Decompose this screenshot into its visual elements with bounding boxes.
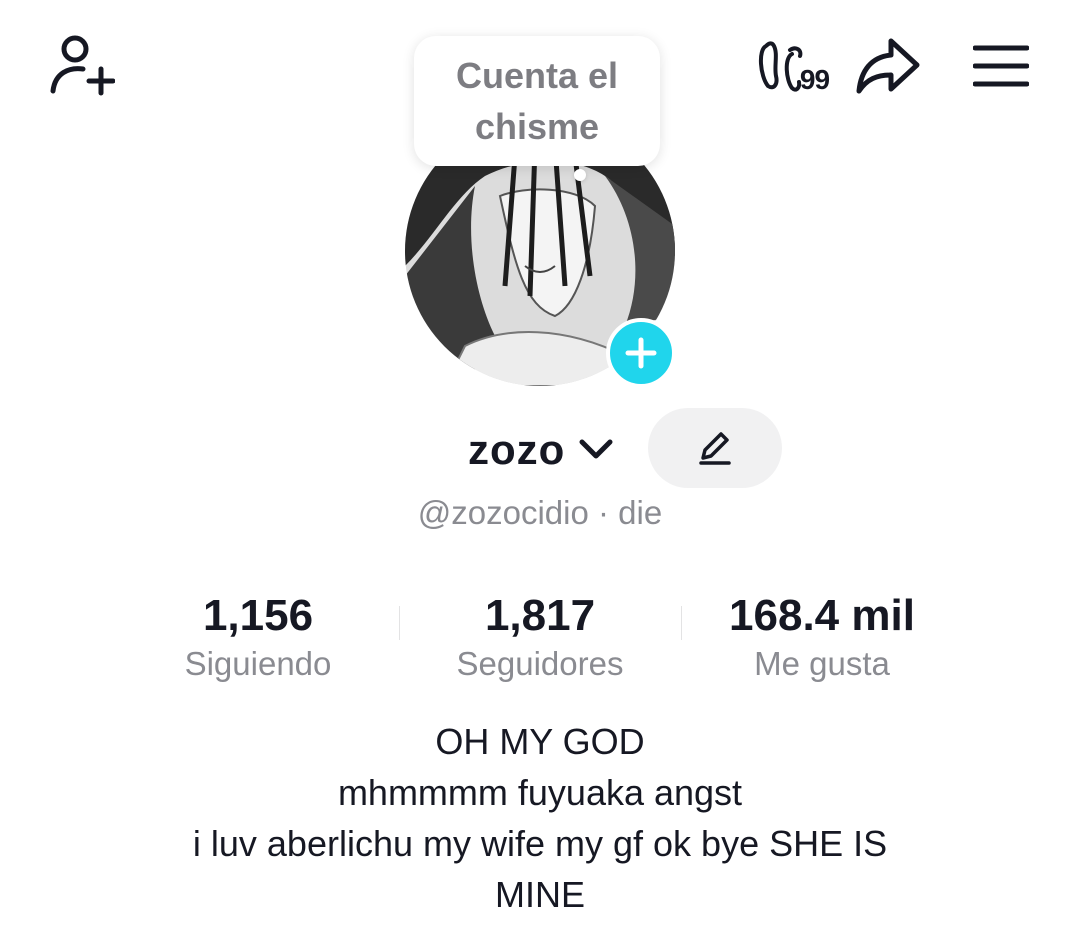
- bio-line: OH MY GOD: [435, 721, 645, 762]
- add-avatar-button[interactable]: [606, 318, 676, 388]
- stat-label: Siguiendo: [184, 645, 332, 682]
- display-name[interactable]: zozo: [468, 426, 565, 474]
- stat-divider: [681, 606, 682, 640]
- stat-likes[interactable]: 168.4 mil Me gusta: [706, 588, 938, 684]
- stat-label: Seguidores: [456, 645, 624, 682]
- hamburger-menu-icon: [973, 45, 1029, 87]
- stat-divider: [399, 606, 400, 640]
- chevron-down-icon[interactable]: [576, 430, 616, 466]
- stat-following[interactable]: 1,156 Siguiendo: [158, 588, 358, 684]
- stat-value: 1,817: [484, 591, 596, 640]
- stat-value: 1,156: [202, 591, 314, 640]
- stat-value: 168.4 mil: [729, 591, 915, 640]
- stat-label: Me gusta: [754, 645, 890, 682]
- profile-views-button[interactable]: 99: [745, 32, 840, 100]
- username-handle: @zozocidio · die: [417, 494, 663, 531]
- share-arrow-icon: [856, 38, 919, 94]
- edit-profile-button[interactable]: [648, 408, 782, 488]
- menu-button[interactable]: [968, 36, 1034, 96]
- plus-icon: [625, 337, 657, 369]
- status-bubble[interactable]: Cuenta el chisme: [414, 36, 660, 166]
- share-button[interactable]: [850, 30, 925, 100]
- footprint-icon: [758, 41, 803, 92]
- bio: OH MY GOD mhmmmm fuyuaka angst i luv abe…: [0, 716, 1080, 920]
- pencil-icon: [699, 432, 731, 465]
- bubble-tail-dot: [574, 169, 586, 181]
- bio-line: i luv aberlichu my wife my gf ok bye SHE…: [192, 823, 888, 864]
- add-person-icon: [50, 35, 115, 96]
- counter-badge: 99: [799, 64, 830, 95]
- profile-stats: 1,156 Siguiendo 1,817 Seguidores 168.4 m…: [0, 588, 1080, 688]
- bio-line: MINE: [495, 874, 585, 915]
- status-bubble-text: Cuenta el chisme: [455, 55, 619, 147]
- profile-name-row: zozo: [0, 408, 1080, 488]
- bio-line: mhmmmm fuyuaka angst: [337, 772, 743, 813]
- add-friend-button[interactable]: [40, 28, 120, 100]
- stat-followers[interactable]: 1,817 Seguidores: [430, 588, 650, 684]
